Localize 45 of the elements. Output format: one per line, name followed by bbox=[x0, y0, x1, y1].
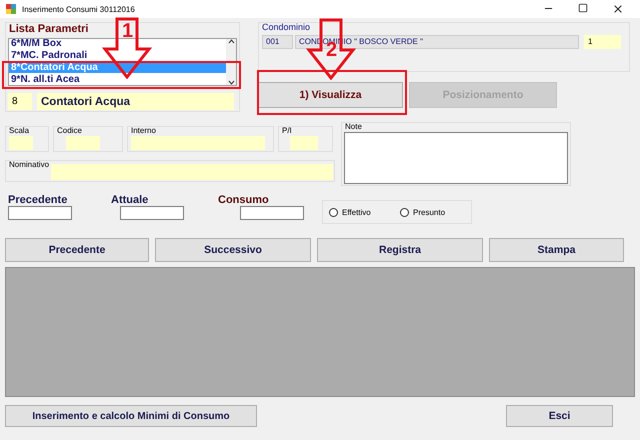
scroll-up-icon[interactable] bbox=[228, 39, 234, 44]
field-label: Note bbox=[344, 123, 362, 132]
previous-button[interactable]: Precedente bbox=[5, 238, 149, 262]
reading-field[interactable] bbox=[240, 206, 304, 220]
register-button[interactable]: Registra bbox=[317, 238, 483, 262]
list-item[interactable]: 7*MC. Padronali bbox=[9, 51, 226, 61]
view-button[interactable]: 1) Visualizza bbox=[258, 82, 403, 108]
reading-field[interactable] bbox=[120, 206, 184, 220]
print-button[interactable]: Stampa bbox=[489, 238, 624, 262]
input-field[interactable] bbox=[131, 136, 265, 150]
code-field[interactable]: 001 bbox=[262, 34, 293, 49]
field-label: Nominativo bbox=[8, 161, 50, 170]
list-item[interactable]: 9*N. all.ti Acea bbox=[9, 75, 226, 85]
input-field[interactable] bbox=[66, 136, 100, 150]
maximize-icon[interactable] bbox=[578, 3, 588, 13]
group-label: Lista Parametri bbox=[8, 23, 88, 36]
name-field[interactable]: Contatori Acqua bbox=[37, 93, 234, 110]
field-label: P/I bbox=[281, 127, 292, 136]
field-label: Scala bbox=[8, 127, 30, 136]
note-field[interactable] bbox=[344, 132, 568, 184]
exit-button[interactable]: Esci bbox=[506, 405, 613, 427]
parameter-list[interactable]: 6*M/M Box 7*MC. Padronali 8*Contatori Acqua 9*N. all.ti Acea bbox=[8, 38, 237, 86]
reading-label: Precedente bbox=[7, 194, 68, 206]
field-label: Codice bbox=[56, 127, 82, 136]
down-arrow-icon bbox=[102, 17, 152, 79]
window-title: Inserimento Consumi 30112016 bbox=[22, 4, 136, 14]
radio-option[interactable]: Presunto bbox=[400, 208, 471, 216]
field-label: Interno bbox=[130, 127, 156, 136]
input-field[interactable] bbox=[290, 136, 318, 150]
input-field[interactable] bbox=[9, 136, 33, 150]
number-field[interactable]: 1 bbox=[584, 34, 621, 49]
reading-label: Attuale bbox=[110, 194, 148, 206]
step-number: 1 bbox=[122, 21, 134, 41]
nominativo-field[interactable] bbox=[51, 164, 334, 180]
list-item[interactable]: 6*M/M Box bbox=[9, 39, 226, 49]
next-button[interactable]: Successivo bbox=[155, 238, 311, 262]
close-icon[interactable] bbox=[612, 3, 624, 15]
radio-option[interactable]: Effettivo bbox=[329, 208, 400, 216]
code-field[interactable]: 8 bbox=[8, 93, 32, 110]
scroll-down-icon[interactable] bbox=[228, 80, 234, 85]
reading-label: Consumo bbox=[217, 194, 269, 206]
minimum-consumption-button[interactable]: Inserimento e calcolo Minimi di Consumo bbox=[5, 405, 257, 427]
app-icon bbox=[6, 4, 16, 14]
reading-field[interactable] bbox=[8, 206, 72, 220]
group-label: Condominio bbox=[261, 23, 310, 33]
